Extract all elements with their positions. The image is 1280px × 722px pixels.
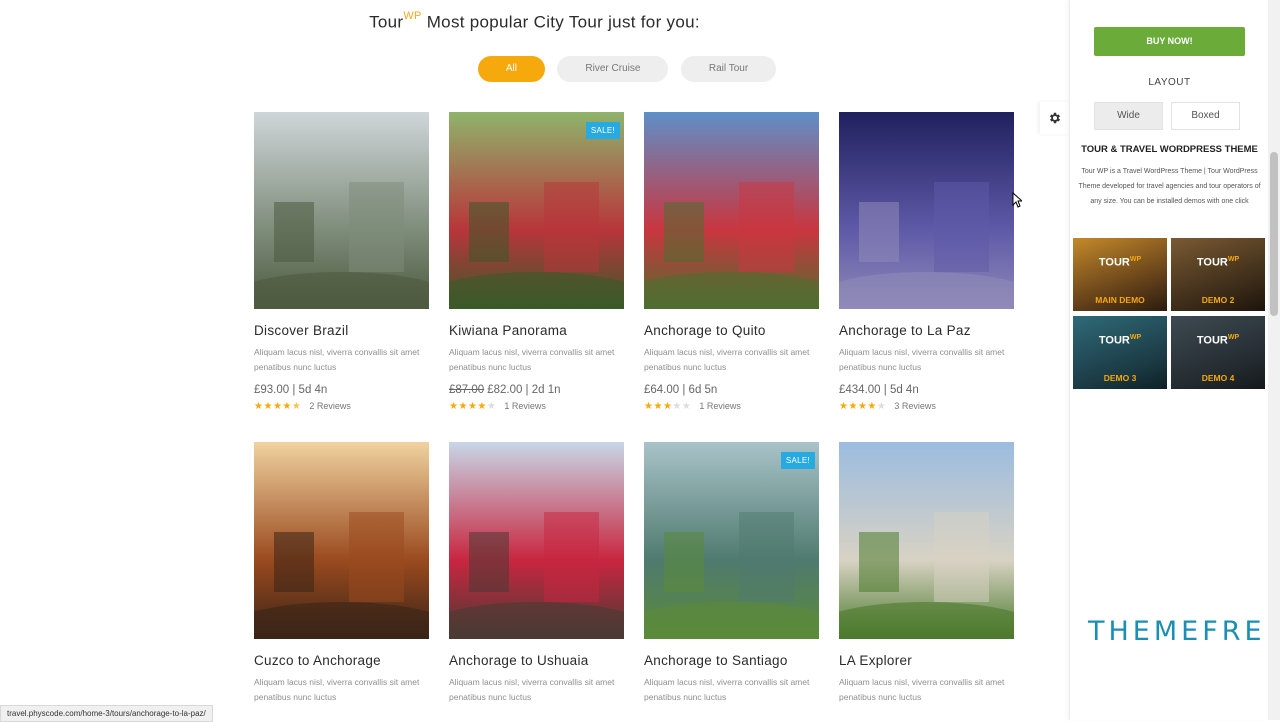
tour-image[interactable] — [254, 442, 429, 639]
tour-title[interactable]: LA Explorer — [839, 653, 1014, 668]
heading-brand-sup: WP — [403, 10, 422, 22]
tour-card[interactable]: Anchorage to Quito Aliquam lacus nisl, v… — [644, 112, 819, 412]
themefre-logo: THEMEFRE — [1088, 616, 1266, 647]
star-rating-icon: ★★★★★ — [449, 401, 497, 412]
star-rating-icon: ★★★★★ — [254, 401, 302, 412]
section-heading: TourWP Most popular City Tour just for y… — [0, 10, 1069, 33]
tour-title[interactable]: Anchorage to Quito — [644, 323, 819, 338]
tour-image[interactable] — [839, 112, 1014, 309]
tour-title[interactable]: Anchorage to La Paz — [839, 323, 1014, 338]
theme-description: Tour WP is a Travel WordPress Theme | To… — [1078, 168, 1261, 205]
demo-3[interactable]: TOURWP DEMO 3 — [1073, 316, 1167, 389]
review-count: 2 Reviews — [309, 401, 351, 411]
demo-logo: TOURWP — [1098, 256, 1142, 269]
buy-now-button[interactable]: BUY NOW! — [1094, 27, 1245, 56]
filter-river-cruise[interactable]: River Cruise — [557, 56, 669, 82]
tour-description: Aliquam lacus nisl, viverra convallis si… — [644, 347, 810, 372]
star-rating-icon: ★★★★★ — [644, 401, 692, 412]
demo-label: DEMO 2 — [1201, 295, 1235, 305]
tour-image[interactable]: SALE! — [449, 112, 624, 309]
tour-card[interactable]: Anchorage to Ushuaia Aliquam lacus nisl,… — [449, 442, 624, 705]
tour-card[interactable]: LA Explorer Aliquam lacus nisl, viverra … — [839, 442, 1014, 705]
review-count: 3 Reviews — [894, 401, 936, 411]
mouse-cursor-icon — [1012, 192, 1022, 208]
sale-badge: SALE! — [585, 122, 620, 139]
tour-price: £64.00 | 6d 5n — [644, 384, 718, 396]
tour-rating: ★★★★★ 2 Reviews — [254, 401, 429, 412]
tour-description: Aliquam lacus nisl, viverra convallis si… — [254, 677, 420, 702]
tour-card[interactable]: Discover Brazil Aliquam lacus nisl, vive… — [254, 112, 429, 412]
review-count: 1 Reviews — [504, 401, 546, 411]
scrollbar-thumb[interactable] — [1270, 152, 1278, 316]
heading-brand: Tour — [369, 12, 404, 32]
tour-description: Aliquam lacus nisl, viverra convallis si… — [254, 347, 420, 372]
layout-boxed-button[interactable]: Boxed — [1171, 102, 1240, 130]
tour-card[interactable]: Anchorage to La Paz Aliquam lacus nisl, … — [839, 112, 1014, 412]
tour-description: Aliquam lacus nisl, viverra convallis si… — [449, 347, 615, 372]
tour-price: £434.00 | 5d 4n — [839, 384, 919, 396]
demo-label: DEMO 4 — [1201, 373, 1235, 383]
tour-image[interactable] — [449, 442, 624, 639]
theme-title: TOUR & TRAVEL WORDPRESS THEME — [1081, 144, 1258, 155]
star-rating-icon: ★★★★★ — [839, 401, 887, 412]
layout-wide-button[interactable]: Wide — [1094, 102, 1163, 130]
scrollbar-track[interactable] — [1268, 0, 1280, 720]
demo-2[interactable]: TOURWP DEMO 2 — [1171, 238, 1265, 311]
tour-title[interactable]: Kiwiana Panorama — [449, 323, 624, 338]
tour-title[interactable]: Anchorage to Santiago — [644, 653, 819, 668]
review-count: 1 Reviews — [699, 401, 741, 411]
tour-image[interactable] — [254, 112, 429, 309]
tour-description: Aliquam lacus nisl, viverra convallis si… — [839, 677, 1005, 702]
demo-logo: TOURWP — [1196, 256, 1240, 269]
tour-title[interactable]: Anchorage to Ushuaia — [449, 653, 624, 668]
tour-card[interactable]: Cuzco to Anchorage Aliquam lacus nisl, v… — [254, 442, 429, 705]
tour-description: Aliquam lacus nisl, viverra convallis si… — [839, 347, 1005, 372]
layout-label: LAYOUT — [1148, 77, 1191, 88]
tour-rating: ★★★★★ 1 Reviews — [449, 401, 624, 412]
tour-description: Aliquam lacus nisl, viverra convallis si… — [449, 677, 615, 702]
tour-price: £87.00 £82.00 | 2d 1n — [449, 384, 561, 396]
tour-image[interactable] — [839, 442, 1014, 639]
tour-rating: ★★★★★ 1 Reviews — [644, 401, 819, 412]
tour-title[interactable]: Cuzco to Anchorage — [254, 653, 429, 668]
settings-toggle[interactable] — [1040, 102, 1070, 134]
demo-label: DEMO 3 — [1103, 373, 1137, 383]
tour-description: Aliquam lacus nisl, viverra convallis si… — [644, 677, 810, 702]
sale-badge: SALE! — [780, 452, 815, 469]
tour-image[interactable]: SALE! — [644, 442, 819, 639]
tour-price: £93.00 | 5d 4n — [254, 384, 328, 396]
tour-filter-bar: All River Cruise Rail Tour — [0, 56, 1254, 82]
heading-text: Most popular City Tour just for you: — [421, 12, 700, 32]
filter-all[interactable]: All — [477, 56, 545, 82]
tour-rating: ★★★★★ 3 Reviews — [839, 401, 1014, 412]
tour-card[interactable]: SALE! Kiwiana Panorama Aliquam lacus nis… — [449, 112, 624, 412]
old-price: £87.00 — [449, 384, 485, 396]
demo-logo: TOURWP — [1098, 334, 1142, 347]
tour-title[interactable]: Discover Brazil — [254, 323, 429, 338]
theme-options-panel: BUY NOW! LAYOUT Wide Boxed TOUR & TRAVEL… — [1069, 0, 1269, 720]
demo-main[interactable]: TOURWP MAIN DEMO — [1073, 238, 1167, 311]
demo-label: MAIN DEMO — [1095, 295, 1145, 305]
demo-logo: TOURWP — [1196, 334, 1240, 347]
gear-icon — [1049, 112, 1061, 124]
demo-4[interactable]: TOURWP DEMO 4 — [1171, 316, 1265, 389]
tour-image[interactable] — [644, 112, 819, 309]
status-bar-url: travel.physcode.com/home-3/tours/anchora… — [0, 705, 213, 722]
filter-rail-tour[interactable]: Rail Tour — [680, 56, 777, 82]
tour-card[interactable]: SALE! Anchorage to Santiago Aliquam lacu… — [644, 442, 819, 705]
